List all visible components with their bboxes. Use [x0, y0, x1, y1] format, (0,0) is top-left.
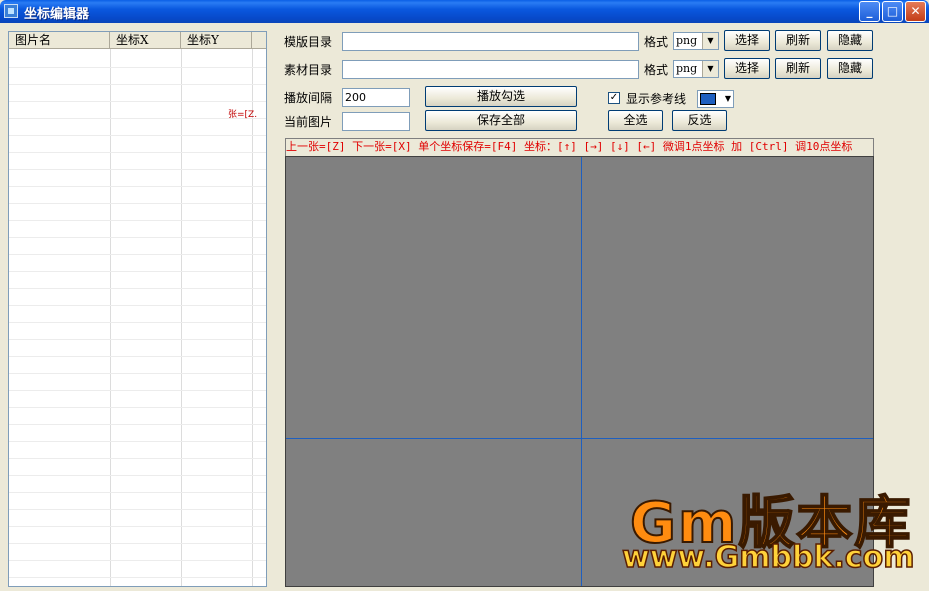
grid-line: [9, 509, 266, 510]
grid-line: [9, 577, 266, 578]
material-dir-label: 素材目录: [284, 63, 333, 77]
grid-line: [181, 49, 182, 586]
grid-line: [9, 407, 266, 408]
save-all-button[interactable]: 保存全部: [425, 110, 577, 131]
select-all-button[interactable]: 全选: [608, 110, 663, 131]
close-button[interactable]: ✕: [905, 1, 926, 22]
refresh-material-button[interactable]: 刷新: [775, 58, 821, 79]
material-dir-input[interactable]: [342, 60, 639, 79]
grid-line: [9, 373, 266, 374]
current-image-input[interactable]: [342, 112, 410, 131]
format-select-material[interactable]: png ▼: [673, 60, 719, 78]
column-header-y[interactable]: 坐标Y: [181, 32, 252, 49]
column-header-x[interactable]: 坐标X: [110, 32, 181, 49]
select-material-button[interactable]: 选择: [724, 58, 770, 79]
grid-line: [9, 271, 266, 272]
grid-line: [9, 441, 266, 442]
minimize-button[interactable]: _: [859, 1, 880, 22]
grid-line: [9, 305, 266, 306]
grid-line: [9, 135, 266, 136]
grid-line: [9, 339, 266, 340]
template-dir-label: 模版目录: [284, 35, 333, 49]
watermark-url: www.Gmbbk.com: [621, 539, 915, 576]
show-ref-checkbox[interactable]: ✓: [608, 92, 620, 104]
grid-line: [9, 169, 266, 170]
grid-line: [9, 237, 266, 238]
grid-line: [9, 203, 266, 204]
grid-line: [9, 492, 266, 493]
grid-line: [110, 49, 111, 586]
title-bar: 坐标编辑器 _ □ ✕: [0, 0, 929, 23]
format-select-value: png: [676, 34, 698, 47]
grid-line: [9, 424, 266, 425]
grid-line: [9, 67, 266, 68]
shortcut-hint: 上一张=[Z] 下一张=[X] 单个坐标保存=[F4] 坐标：[↑] [→] […: [285, 138, 874, 156]
grid-line: [9, 356, 266, 357]
grid-line: [9, 101, 266, 102]
reference-line-horizontal: [286, 438, 873, 439]
hide-material-button[interactable]: 隐藏: [827, 58, 873, 79]
list-cell-text: 张=[Z.: [228, 110, 258, 120]
grid-line: [252, 49, 253, 586]
window-title: 坐标编辑器: [24, 7, 90, 22]
grid-line: [9, 254, 266, 255]
current-image-label: 当前图片: [284, 115, 333, 129]
ref-color-picker[interactable]: ▼: [697, 90, 734, 108]
grid-line: [9, 475, 266, 476]
column-header-name[interactable]: 图片名: [9, 32, 110, 49]
format-select-template[interactable]: png ▼: [673, 32, 719, 50]
select-template-button[interactable]: 选择: [724, 30, 770, 51]
template-dir-input[interactable]: [342, 32, 639, 51]
image-list[interactable]: 图片名 坐标X 坐标Y 张=[Z.: [8, 31, 267, 587]
list-header: 图片名 坐标X 坐标Y: [9, 32, 266, 49]
format-label: 格式: [644, 35, 669, 49]
grid-line: [9, 390, 266, 391]
app-icon: [4, 4, 18, 18]
grid-line: [9, 152, 266, 153]
refresh-template-button[interactable]: 刷新: [775, 30, 821, 51]
watermark-logo: Gm版本库 www.Gmbbk.com: [620, 478, 925, 586]
dropdown-arrow-icon[interactable]: ▼: [702, 33, 718, 49]
interval-label: 播放间隔: [284, 91, 333, 105]
grid-line: [9, 458, 266, 459]
grid-line: [9, 220, 266, 221]
grid-line: [9, 322, 266, 323]
reference-line-vertical: [581, 157, 582, 586]
interval-input[interactable]: 200: [342, 88, 410, 107]
grid-line: [9, 560, 266, 561]
hide-template-button[interactable]: 隐藏: [827, 30, 873, 51]
color-swatch: [700, 93, 716, 105]
grid-line: [9, 526, 266, 527]
invert-selection-button[interactable]: 反选: [672, 110, 727, 131]
show-ref-label: 显示参考线: [626, 92, 687, 106]
grid-line: [9, 84, 266, 85]
grid-line: [9, 288, 266, 289]
format-select-value: png: [676, 62, 698, 75]
dropdown-arrow-icon[interactable]: ▼: [702, 61, 718, 77]
grid-line: [9, 543, 266, 544]
maximize-button[interactable]: □: [882, 1, 903, 22]
play-checked-button[interactable]: 播放勾选: [425, 86, 577, 107]
grid-line: [9, 186, 266, 187]
dropdown-arrow-icon[interactable]: ▼: [725, 94, 731, 103]
format-label: 格式: [644, 63, 669, 77]
